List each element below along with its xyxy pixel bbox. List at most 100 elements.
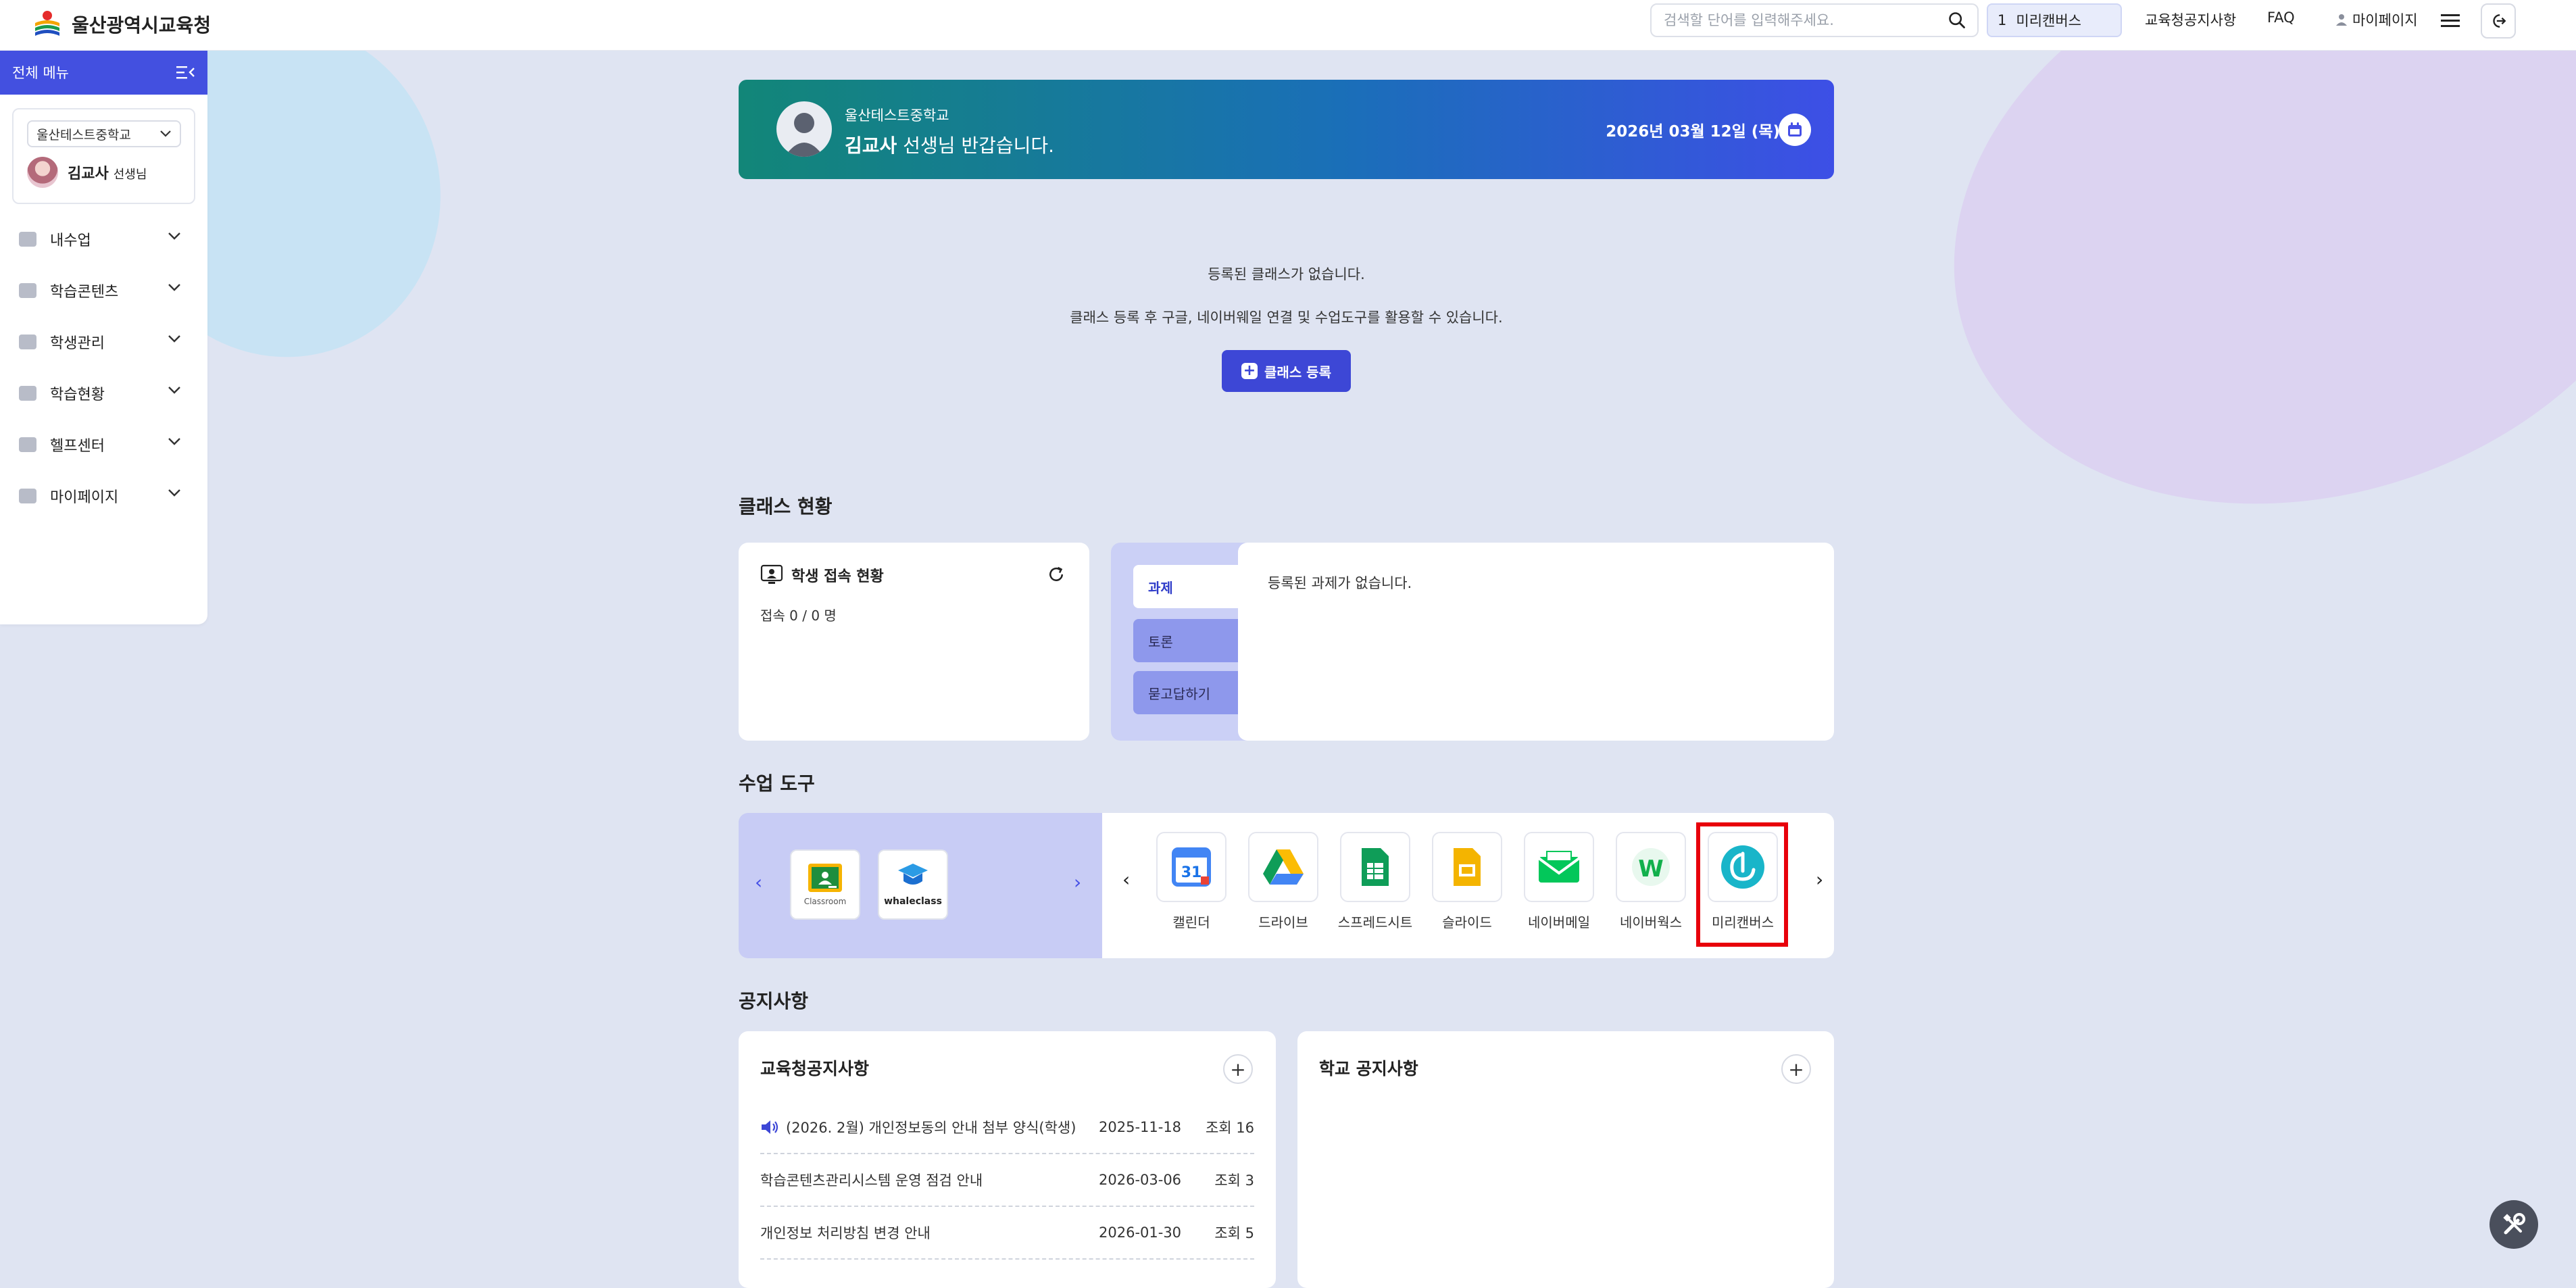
refresh-icon[interactable]	[1046, 564, 1066, 585]
floating-tools-button[interactable]	[2490, 1200, 2538, 1249]
default-avatar-icon	[785, 113, 824, 157]
student-access-title: 학생 접속 현황	[791, 568, 884, 585]
notice-title: 개인정보 처리방침 변경 안내	[760, 1225, 931, 1241]
office-notice-more-button[interactable]: +	[1223, 1054, 1253, 1084]
top-link-office-notice[interactable]: 교육청공지사항	[2145, 9, 2236, 30]
sidebar-nav: 내수업 학습콘텐츠 학생관리 학습현황 헬프센터 마이페이지	[0, 214, 207, 522]
chevron-left-icon[interactable]: ‹	[1122, 868, 1130, 891]
tool-spreadsheet[interactable]: 스프레드시트	[1337, 832, 1413, 931]
sidebar-item-label: 학생관리	[50, 335, 105, 352]
office-notice-card: 교육청공지사항 + (2026. 2월) 개인정보동의 안내 첨부 양식(학생)…	[739, 1031, 1276, 1288]
school-select[interactable]: 울산테스트중학교	[27, 120, 181, 147]
banner-school: 울산테스트중학교	[845, 107, 949, 124]
banner-user-name: 김교사	[845, 134, 897, 157]
tool-naver-mail[interactable]: 네이버메일	[1521, 832, 1597, 931]
user-icon	[2336, 14, 2347, 26]
notice-views: 조회 3	[1214, 1172, 1254, 1189]
sidebar-header: 전체 메뉴	[0, 50, 207, 95]
sheets-icon	[1362, 848, 1389, 886]
notice-title: (2026. 2월) 개인정보동의 안내 첨부 양식(학생)	[786, 1120, 1076, 1136]
tab-qna[interactable]: 묻고답하기	[1133, 671, 1241, 714]
external-tools-panel: ‹ Classroom whaleclass ›	[739, 813, 1102, 958]
calendar-icon: 31	[1172, 847, 1211, 887]
calendar-icon	[1788, 122, 1802, 137]
school-select-value: 울산테스트중학교	[36, 127, 131, 143]
tool-calendar[interactable]: 31 캘린더	[1154, 832, 1229, 931]
tab-assignment[interactable]: 과제	[1133, 565, 1241, 608]
top-link-faq[interactable]: FAQ	[2267, 9, 2295, 26]
tool-label: 드라이브	[1258, 914, 1308, 931]
tool-naver-works[interactable]: W 네이버웍스	[1613, 832, 1689, 931]
avatar	[27, 157, 58, 188]
search-icon[interactable]	[1948, 11, 1966, 30]
sidebar-item-my-class[interactable]: 내수업	[0, 214, 207, 265]
sidebar-item-mypage[interactable]: 마이페이지	[0, 470, 207, 522]
tool-icon-box: W	[1616, 832, 1686, 902]
tools-icon	[2503, 1213, 2525, 1235]
chevron-left-icon[interactable]: ‹	[755, 871, 762, 893]
chevron-down-icon	[168, 284, 180, 291]
tools-title: 수업 도구	[739, 772, 815, 795]
top-link-mypage[interactable]: 마이페이지	[2335, 9, 2418, 30]
notice-date: 2025-11-18	[1099, 1119, 1182, 1135]
tool-drive[interactable]: 드라이브	[1245, 832, 1321, 931]
logo-text: 울산광역시교육청	[72, 14, 212, 36]
whale-class-tile[interactable]: whaleclass	[878, 849, 948, 920]
sidebar: 전체 메뉴 울산테스트중학교 김교사 선생님 내수업 학습콘텐츠 학생관리 학습…	[0, 50, 207, 624]
monitor-user-icon	[760, 564, 783, 584]
chevron-right-icon[interactable]: ›	[1816, 868, 1823, 891]
mypage-label: 마이페이지	[2352, 12, 2418, 28]
calendar-button[interactable]	[1779, 114, 1811, 146]
register-class-button[interactable]: + 클래스 등록	[1222, 350, 1351, 392]
sidebar-item-learning-content[interactable]: 학습콘텐츠	[0, 265, 207, 316]
notice-views: 조회 5	[1214, 1225, 1254, 1241]
banner-greeting: 김교사 선생님 반갑습니다.	[845, 131, 1054, 158]
pencil-icon	[19, 335, 36, 349]
profile-card: 울산테스트중학교 김교사 선생님	[12, 108, 195, 204]
sidebar-item-learning-status[interactable]: 학습현황	[0, 368, 207, 419]
naver-works-icon: W	[1632, 848, 1670, 886]
chevron-right-icon[interactable]: ›	[1074, 871, 1081, 893]
tool-label: 네이버메일	[1528, 914, 1590, 931]
notice-views: 조회 16	[1205, 1120, 1254, 1136]
welcome-banner: 울산테스트중학교 김교사 선생님 반갑습니다. 2026년 03월 12일 (목…	[739, 80, 1834, 179]
hamburger-menu-icon[interactable]	[2441, 12, 2461, 30]
tab-label: 묻고답하기	[1148, 685, 1210, 702]
laptop-icon	[19, 386, 36, 401]
register-class-label: 클래스 등록	[1264, 364, 1331, 380]
tool-label: 캘린더	[1172, 914, 1210, 931]
speaker-icon	[762, 1120, 778, 1134]
book-icon	[19, 232, 36, 247]
sidebar-item-student-management[interactable]: 학생관리	[0, 316, 207, 368]
chevron-down-icon	[168, 232, 180, 240]
folder-icon	[19, 283, 36, 298]
recent-search-pill[interactable]: 1 미리캔버스	[1987, 3, 2122, 37]
google-classroom-icon	[808, 864, 842, 892]
selection-highlight	[1696, 822, 1788, 947]
tool-slides[interactable]: 슬라이드	[1429, 832, 1505, 931]
no-class-hint: 클래스 등록 후 구글, 네이버웨일 연결 및 수업도구를 활용할 수 있습니다…	[1070, 309, 1503, 326]
logout-button[interactable]	[2481, 3, 2516, 39]
notice-row[interactable]: 개인정보 처리방침 변경 안내 2026-01-30 조회 5	[760, 1207, 1254, 1260]
sidebar-item-label: 헬프센터	[50, 438, 105, 455]
notice-row[interactable]: (2026. 2월) 개인정보동의 안내 첨부 양식(학생) 2025-11-1…	[760, 1101, 1254, 1154]
google-classroom-tile[interactable]: Classroom	[790, 849, 860, 920]
tab-discussion[interactable]: 토론	[1133, 619, 1241, 662]
naver-works-icon-text: W	[1638, 856, 1664, 883]
chevron-down-icon	[168, 387, 180, 394]
site-logo[interactable]: 울산광역시교육청	[32, 5, 211, 43]
search-box[interactable]	[1650, 3, 1979, 37]
collapse-menu-icon[interactable]	[176, 64, 195, 80]
tool-icon-box	[1432, 832, 1502, 902]
drive-icon	[1263, 849, 1304, 885]
no-class-message: 등록된 클래스가 없습니다.	[1208, 266, 1365, 282]
chevron-down-icon	[168, 335, 180, 343]
sidebar-item-help-center[interactable]: 헬프센터	[0, 419, 207, 470]
user-role: 선생님	[113, 168, 147, 182]
recent-search-rank: 1	[1998, 12, 2007, 28]
school-notice-more-button[interactable]: +	[1781, 1054, 1811, 1084]
search-input[interactable]	[1662, 11, 1948, 29]
logo-emblem-icon	[35, 11, 59, 36]
sidebar-item-label: 내수업	[50, 232, 91, 249]
notice-row[interactable]: 학습콘텐츠관리시스템 운영 점검 안내 2026-03-06 조회 3	[760, 1154, 1254, 1207]
